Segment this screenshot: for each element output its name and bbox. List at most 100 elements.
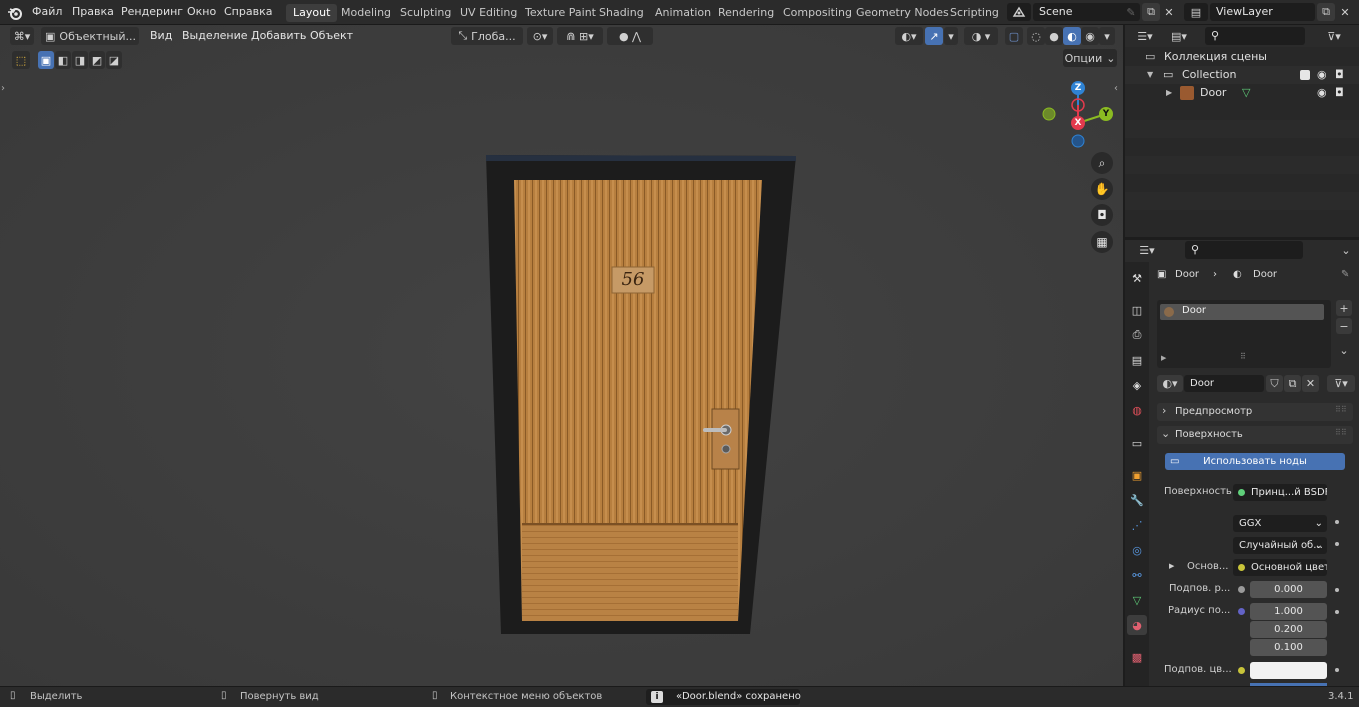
expand-toolbar-icon[interactable]: › bbox=[1, 83, 5, 94]
pan-hand-icon[interactable]: ✋ bbox=[1091, 178, 1113, 200]
overlays-icon[interactable]: ◑ ▾ bbox=[964, 27, 998, 45]
perspective-grid-icon[interactable]: ▦ bbox=[1091, 231, 1113, 253]
world-tab-icon[interactable]: ◍ bbox=[1127, 400, 1147, 420]
outliner-row-door[interactable]: ▶ Door ▽ ◉ ◘ bbox=[1125, 84, 1359, 102]
expand-arrow-icon[interactable]: ▶ bbox=[1166, 84, 1172, 102]
eye-icon[interactable]: ◉ bbox=[1317, 66, 1327, 84]
delete-view-layer-icon[interactable]: ✕ bbox=[1336, 3, 1354, 21]
door-model[interactable] bbox=[486, 155, 796, 634]
xray-icon[interactable]: ▢ bbox=[1005, 27, 1023, 45]
list-expand-icon[interactable]: ▶ bbox=[1161, 354, 1166, 362]
drag-handle-icon[interactable]: ⠿⠿ bbox=[1335, 405, 1347, 414]
base-color-field[interactable]: Основной цвет bbox=[1233, 559, 1327, 576]
drag-handle-icon[interactable]: ⠿⠿ bbox=[1335, 428, 1347, 437]
menu-view[interactable]: Вид bbox=[150, 29, 172, 42]
outliner-editor-type-icon[interactable]: ☰▾ bbox=[1131, 27, 1159, 45]
tab-uv-editing[interactable]: UV Editing bbox=[453, 4, 524, 22]
panel-preview-header[interactable]: › Предпросмотр ⠿⠿ bbox=[1157, 403, 1353, 421]
panel-surface-header[interactable]: ⌄ Поверхность ⠿⠿ bbox=[1157, 426, 1353, 444]
tab-rendering[interactable]: Rendering bbox=[711, 4, 781, 22]
select-mode-extend-icon[interactable]: ◧ bbox=[55, 51, 71, 69]
subsurface-value-field[interactable]: 0.000 bbox=[1250, 581, 1327, 598]
gizmo-axis-y[interactable]: Y bbox=[1099, 107, 1113, 121]
status-message[interactable]: i «Door.blend» сохранено bbox=[646, 689, 801, 705]
menu-object[interactable]: Объект bbox=[310, 29, 353, 42]
zoom-icon[interactable]: ⌕ bbox=[1091, 152, 1113, 174]
shading-rendered-icon[interactable]: ◉ bbox=[1081, 27, 1099, 45]
select-mode-invert-icon[interactable]: ◩ bbox=[89, 51, 105, 69]
select-mode-intersect-icon[interactable]: ◪ bbox=[106, 51, 122, 69]
browse-material-icon[interactable]: ◐▾ bbox=[1157, 375, 1183, 392]
collection-tab-icon[interactable]: ▭ bbox=[1127, 433, 1147, 453]
expand-sidebar-icon[interactable]: ‹ bbox=[1114, 83, 1118, 94]
tab-layout[interactable]: Layout bbox=[286, 4, 338, 22]
material-slot-item[interactable]: Door bbox=[1160, 304, 1324, 320]
duplicate-material-icon[interactable]: ⧉ bbox=[1284, 375, 1301, 392]
visibility-icon[interactable]: ◐▾ bbox=[895, 27, 923, 45]
scene-selector-icon[interactable] bbox=[1007, 3, 1031, 21]
select-mode-new-icon[interactable]: ▣ bbox=[38, 51, 54, 69]
tab-scripting[interactable]: Scripting bbox=[943, 4, 1006, 22]
mesh-data-icon[interactable]: ▽ bbox=[1242, 84, 1250, 102]
blender-logo-icon[interactable] bbox=[7, 5, 23, 21]
surface-shader-field[interactable]: Принц...й BSDF bbox=[1233, 484, 1327, 501]
texture-tab-icon[interactable]: ▩ bbox=[1127, 647, 1147, 667]
slot-menu-icon[interactable]: ⌄ bbox=[1336, 342, 1352, 358]
camera-view-icon[interactable]: ◘ bbox=[1091, 204, 1113, 226]
data-tab-icon[interactable]: ▽ bbox=[1127, 590, 1147, 610]
tab-compositing[interactable]: Compositing bbox=[776, 4, 859, 22]
scene-tab-icon[interactable]: ◈ bbox=[1127, 375, 1147, 395]
physics-tab-icon[interactable]: ◎ bbox=[1127, 540, 1147, 560]
use-nodes-button[interactable]: ▭ Использовать ноды bbox=[1165, 453, 1345, 470]
expand-arrow-icon[interactable]: ▼ bbox=[1147, 66, 1153, 84]
checkbox-icon[interactable] bbox=[1300, 70, 1310, 80]
outliner-row-collection[interactable]: ▼ ▭ Collection ◉ ◘ bbox=[1125, 66, 1359, 84]
tab-texture-paint[interactable]: Texture Paint bbox=[518, 4, 603, 22]
pin-icon[interactable]: ✎ bbox=[1122, 3, 1140, 21]
menu-edit[interactable]: Правка bbox=[72, 5, 114, 18]
eye-icon[interactable]: ◉ bbox=[1317, 84, 1327, 102]
view-layer-field[interactable]: ViewLayer bbox=[1210, 3, 1315, 21]
remove-slot-icon[interactable]: − bbox=[1336, 318, 1352, 334]
modifier-tab-icon[interactable]: 🔧 bbox=[1127, 490, 1147, 510]
options-dropdown[interactable]: Опции ⌄ bbox=[1063, 49, 1117, 67]
radius-y-field[interactable]: 0.200 bbox=[1250, 621, 1327, 638]
radius-x-field[interactable]: 1.000 bbox=[1250, 603, 1327, 620]
camera-icon[interactable]: ◘ bbox=[1335, 84, 1344, 102]
mode-selector[interactable]: ▣ Объектный... bbox=[41, 27, 139, 45]
tab-modeling[interactable]: Modeling bbox=[334, 4, 398, 22]
particles-tab-icon[interactable]: ⋰ bbox=[1127, 515, 1147, 535]
gizmo-options-icon[interactable]: ▾ bbox=[944, 27, 958, 45]
properties-options-icon[interactable]: ⌄ bbox=[1337, 241, 1355, 259]
3d-viewport[interactable]: 56 ⌘▾ ▣ Объектный... Вид Выделение Добав… bbox=[0, 25, 1123, 686]
subsurface-color-swatch[interactable] bbox=[1250, 662, 1327, 679]
viewport-scene[interactable] bbox=[0, 25, 1123, 686]
camera-icon[interactable]: ◘ bbox=[1335, 66, 1344, 84]
link-data-icon[interactable]: ⊽▾ bbox=[1327, 375, 1355, 392]
menu-render[interactable]: Рендеринг bbox=[121, 5, 183, 18]
proportional-edit-icon[interactable]: ● ⋀ bbox=[607, 27, 653, 45]
shading-material-icon[interactable]: ◐ bbox=[1063, 27, 1081, 45]
shading-solid-icon[interactable]: ● bbox=[1045, 27, 1063, 45]
shading-options-icon[interactable]: ▾ bbox=[1099, 27, 1115, 45]
tab-shading[interactable]: Shading bbox=[592, 4, 651, 22]
render-tab-icon[interactable]: ◫ bbox=[1127, 300, 1147, 320]
new-view-layer-icon[interactable]: ⧉ bbox=[1317, 3, 1335, 21]
pin-icon[interactable]: ✎ bbox=[1341, 269, 1349, 280]
menu-help[interactable]: Справка bbox=[224, 5, 272, 18]
properties-editor-type-icon[interactable]: ☰▾ bbox=[1133, 241, 1161, 259]
object-tab-icon[interactable]: ▣ bbox=[1127, 465, 1147, 485]
distribution-select[interactable]: GGX ⌄ bbox=[1233, 515, 1327, 532]
transform-orientation-selector[interactable]: ⤡ Глоба... bbox=[451, 27, 523, 45]
output-tab-icon[interactable]: ⎙ bbox=[1127, 325, 1147, 345]
pivot-point-icon[interactable]: ⊙▾ bbox=[527, 27, 553, 45]
fake-user-icon[interactable]: ⛉ bbox=[1266, 375, 1283, 392]
tab-sculpting[interactable]: Sculpting bbox=[393, 4, 458, 22]
shading-wireframe-icon[interactable]: ◌ bbox=[1027, 27, 1045, 45]
list-resize-handle[interactable]: ⠿ bbox=[1240, 352, 1246, 361]
outliner-search-input[interactable]: ⚲ bbox=[1205, 27, 1305, 45]
outliner-row-scene-collection[interactable]: ▭ Коллекция сцены bbox=[1125, 48, 1359, 66]
view-layer-icon[interactable]: ▤ bbox=[1184, 3, 1208, 21]
menu-select[interactable]: Выделение bbox=[182, 29, 248, 42]
new-scene-icon[interactable]: ⧉ bbox=[1142, 3, 1160, 21]
